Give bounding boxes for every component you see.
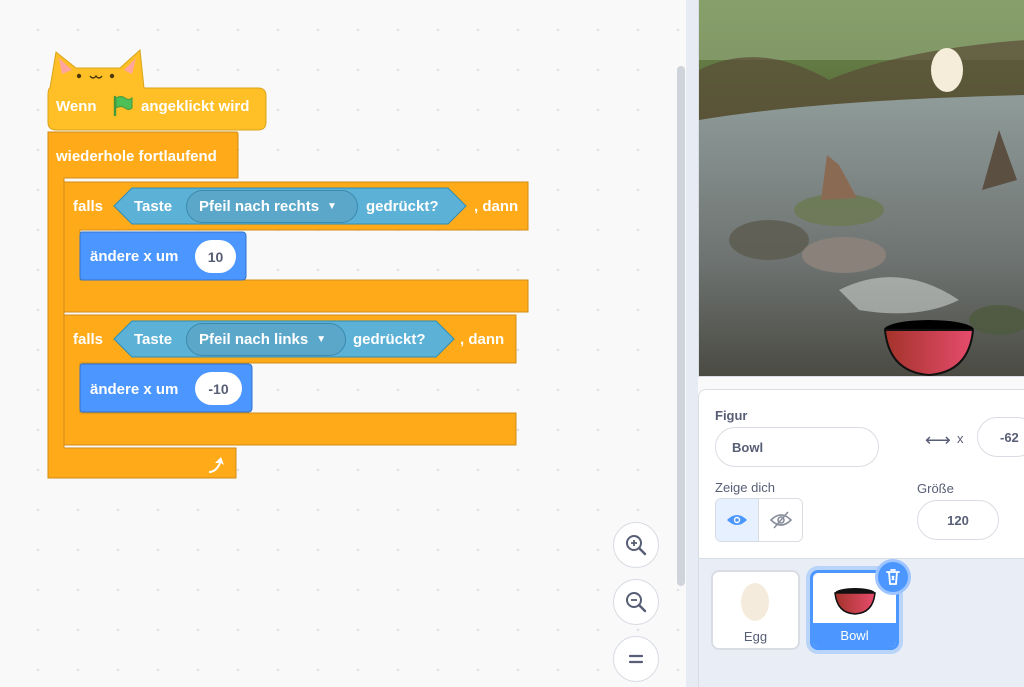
- x-arrow-icon: ⟷: [925, 430, 951, 450]
- panel-gutter: [686, 0, 698, 687]
- if1-pressed-text: gedrückt?: [366, 198, 439, 215]
- key-dropdown-label: Pfeil nach rechts: [199, 198, 320, 215]
- zoom-in-button[interactable]: [613, 522, 659, 568]
- eye-icon: [727, 515, 747, 525]
- egg-thumbnail: [741, 583, 769, 621]
- key-dropdown-right[interactable]: Pfeil nach rechts ▼: [186, 190, 358, 223]
- hat-suffix-text: angeklickt wird: [141, 98, 250, 115]
- if2-action-text: ändere x um: [90, 381, 179, 398]
- eye-off-icon: [769, 511, 792, 529]
- delete-sprite-button[interactable]: [875, 559, 911, 595]
- zoom-in-icon: [626, 535, 647, 556]
- green-flag-icon: [113, 95, 133, 117]
- if2-pressed-text: gedrückt?: [353, 331, 426, 348]
- zoom-out-icon: [626, 592, 647, 613]
- zoom-reset-button[interactable]: [613, 636, 659, 682]
- forever-label: wiederhole fortlaufend: [56, 148, 217, 165]
- sprite-tile-label: Bowl: [813, 623, 896, 647]
- stage[interactable]: [698, 0, 1024, 377]
- size-label: Größe: [917, 481, 954, 496]
- chevron-down-icon: ▼: [316, 333, 327, 345]
- if1-dann-text: , dann: [474, 198, 519, 215]
- stage-backdrop: [699, 0, 1024, 376]
- loop-arrow-icon: [209, 457, 224, 473]
- if2-falls-text: falls: [73, 331, 104, 348]
- chevron-down-icon: ▼: [327, 200, 337, 212]
- code-area[interactable]: Wenn angeklickt wird wiederhole fortlauf…: [0, 0, 686, 687]
- trash-icon: [886, 569, 900, 585]
- key-dropdown-left[interactable]: Pfeil nach links ▼: [186, 323, 346, 356]
- event-hat-block[interactable]: [44, 44, 270, 134]
- zoom-reset-icon: [628, 654, 644, 664]
- x-label: x: [957, 431, 964, 446]
- size-input[interactable]: 120: [917, 500, 999, 540]
- key-dropdown-label-2: Pfeil nach links: [199, 331, 309, 348]
- show-button[interactable]: [716, 499, 760, 541]
- if1-taste-text: Taste: [134, 198, 173, 215]
- zoom-out-button[interactable]: [613, 579, 659, 625]
- figur-label: Figur: [715, 408, 748, 423]
- sprite-tile-egg[interactable]: Egg: [711, 570, 800, 650]
- x-change-input-right[interactable]: 10: [195, 240, 236, 273]
- sprite-tile-label: Egg: [743, 628, 768, 644]
- hide-button[interactable]: [759, 499, 802, 541]
- if1-action-text: ändere x um: [90, 248, 179, 265]
- x-change-input-left[interactable]: -10: [195, 372, 242, 405]
- show-label: Zeige dich: [715, 480, 775, 495]
- x-position-input[interactable]: -62: [977, 417, 1024, 457]
- sprite-info-panel: Figur Bowl ⟷ x -62 Zeige dich Größe 120: [698, 389, 1024, 559]
- code-scrollbar[interactable]: [677, 66, 685, 586]
- visibility-toggle: [715, 498, 803, 542]
- if1-falls-text: falls: [73, 198, 104, 215]
- if2-dann-text: , dann: [460, 331, 505, 348]
- hat-prefix-text: Wenn: [56, 98, 97, 115]
- sprite-name-input[interactable]: Bowl: [715, 427, 879, 467]
- sprite-list: Egg Bowl: [698, 559, 1024, 687]
- if2-taste-text: Taste: [134, 331, 173, 348]
